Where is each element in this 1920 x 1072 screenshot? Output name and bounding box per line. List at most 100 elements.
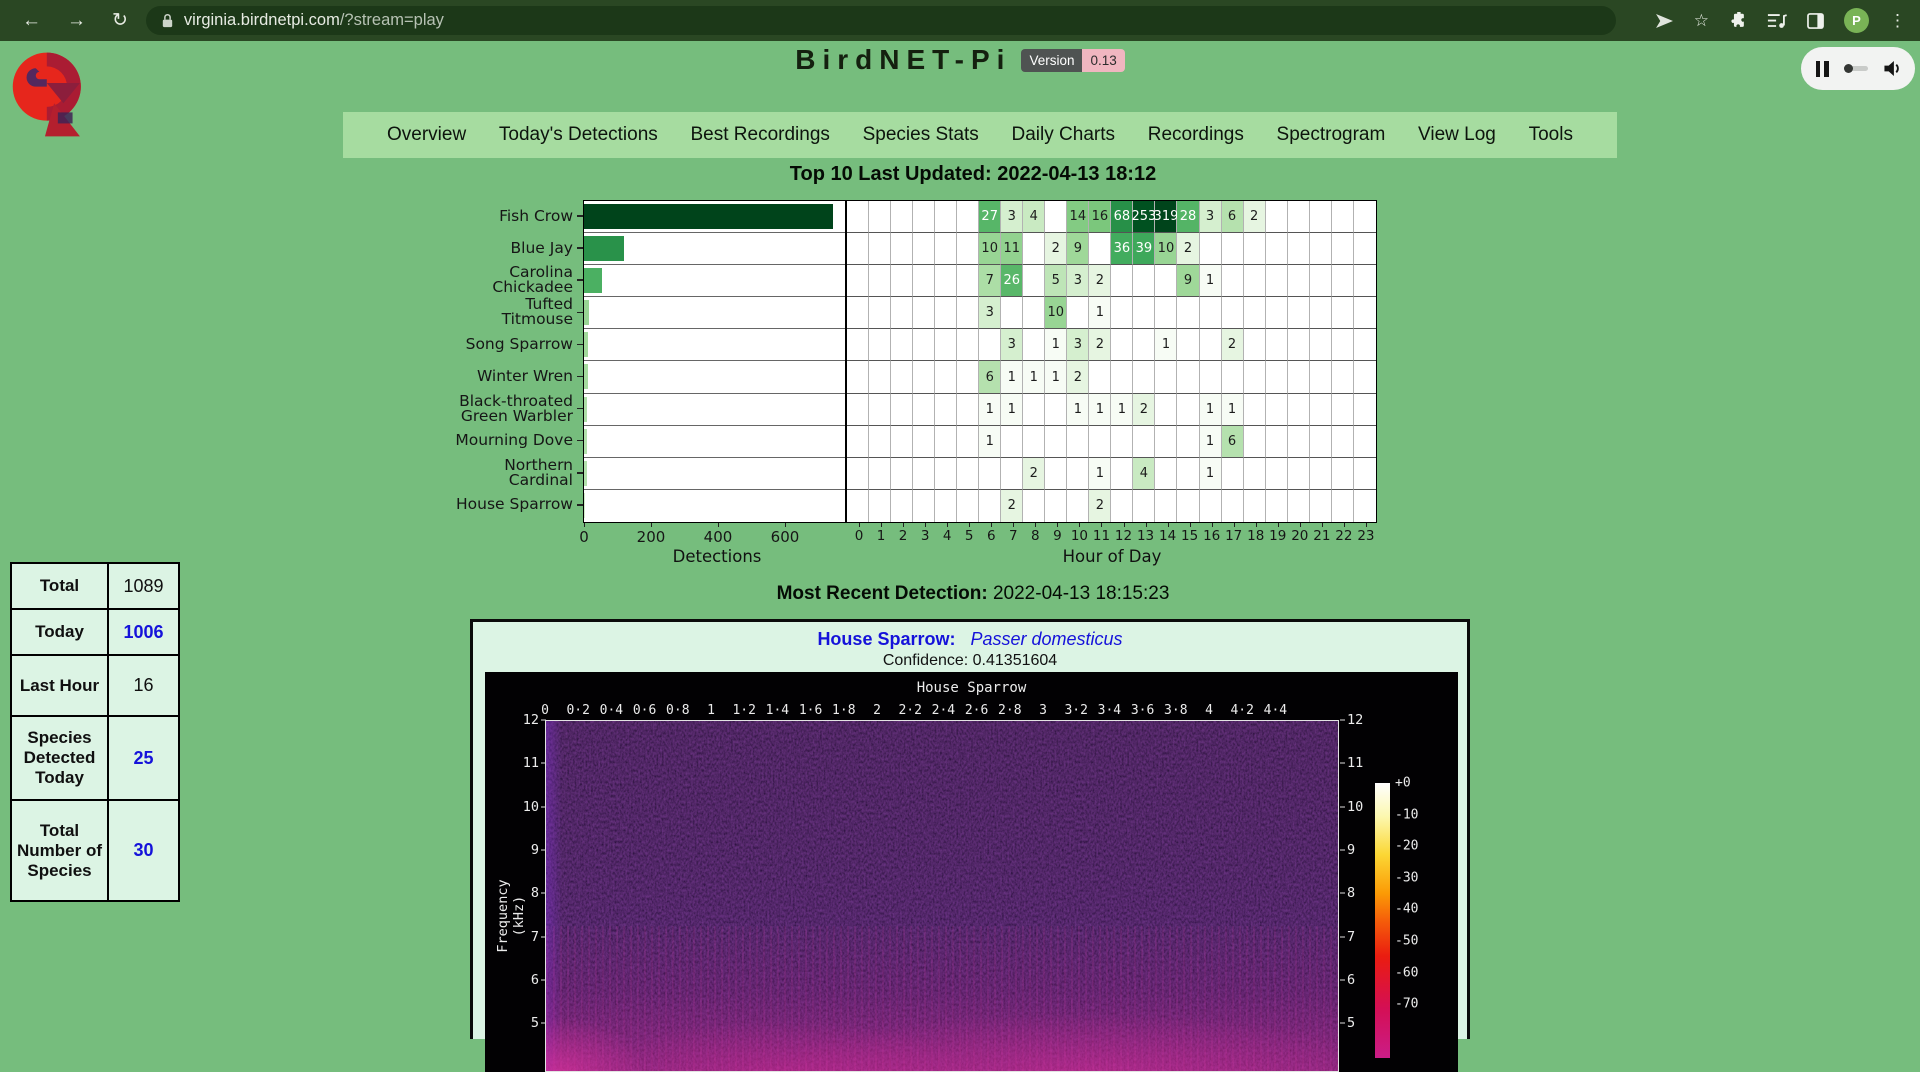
nav-item-species-stats[interactable]: Species Stats [863,124,979,146]
nav-item-today-s-detections[interactable]: Today's Detections [499,124,658,146]
hour-axis-tick [1322,523,1323,527]
hour-axis-title: Hour of Day [1063,547,1162,566]
heatmap-cell [1067,297,1089,329]
heatmap-cell [1244,490,1266,522]
heatmap-cell: 1 [979,426,1001,458]
heatmap-cell: 2 [1089,490,1111,522]
hour-axis-tick-label: 4 [943,528,952,544]
freq-tick-left [541,893,546,894]
heatmap-cell [935,490,957,522]
heatmap-cell [1288,426,1310,458]
heatmap-cell [891,297,913,329]
species-label: Song Sparrow [466,337,573,352]
heatmap-cell [1177,490,1199,522]
send-icon[interactable] [1655,13,1674,29]
heatmap-cell [869,297,891,329]
speaker-icon[interactable] [1883,60,1901,77]
time-axis-label: 3·2 [1064,703,1087,718]
heatmap-cell [979,329,1001,361]
heatmap-cell [1244,297,1266,329]
species-common-name-link[interactable]: House Sparrow: [817,629,955,649]
nav-item-daily-charts[interactable]: Daily Charts [1012,124,1115,146]
audio-player[interactable] [1801,47,1915,90]
time-axis-label: 4·4 [1264,703,1287,718]
stats-value-link[interactable]: 25 [108,716,179,800]
forward-icon[interactable]: → [67,10,86,32]
heatmap-cell [1111,361,1133,393]
heatmap-cell [1067,490,1089,522]
bookmark-star-icon[interactable]: ☆ [1694,11,1709,31]
heatmap-cell [1288,297,1310,329]
heatmap-cell [913,490,935,522]
time-axis-label: 1·4 [766,703,789,718]
heatmap-cell [1244,394,1266,426]
heatmap-cell [1332,265,1354,297]
browser-toolbar: ← → ↻ virginia.birdnetpi.com/?stream=pla… [0,0,1920,41]
time-axis-label: 1 [707,703,715,718]
heatmap-cell [847,394,869,426]
heatmap-cell [1288,265,1310,297]
heatmap-cell: 2 [1067,361,1089,393]
heatmap-cell [1266,201,1288,233]
time-axis-label: 3·6 [1131,703,1154,718]
nav-item-view-log[interactable]: View Log [1418,124,1496,146]
heatmap-cell [1023,426,1045,458]
reload-icon[interactable]: ↻ [112,9,128,32]
nav-item-tools[interactable]: Tools [1529,124,1573,146]
heatmap-cell: 10 [1045,297,1067,329]
heatmap-cell [1354,361,1376,393]
bar-row [584,394,845,426]
heatmap-cell: 1 [1089,297,1111,329]
heatmap-cell [891,361,913,393]
hour-axis-tick-label: 0 [855,528,864,544]
freq-axis-label-right: 8 [1347,885,1355,901]
stats-value-link[interactable]: 1006 [108,609,179,655]
nav-item-overview[interactable]: Overview [387,124,466,146]
browser-menu-icon[interactable]: ⋮ [1889,11,1906,31]
detections-bar [584,461,587,486]
nav-item-spectrogram[interactable]: Spectrogram [1277,124,1386,146]
hour-axis-tick [859,523,860,527]
heatmap-cell: 3 [1067,329,1089,361]
heatmap-cell: 2 [1045,233,1067,265]
heatmap-cell: 4 [1023,201,1045,233]
heatmap-cell: 39 [1133,233,1155,265]
progress-slider[interactable] [1844,66,1868,71]
heatmap-cell [1045,490,1067,522]
heatmap-cell [1222,297,1244,329]
heatmap-cell [1266,394,1288,426]
nav-item-recordings[interactable]: Recordings [1148,124,1244,146]
pause-icon[interactable] [1816,61,1829,77]
hour-axis-tick [1168,523,1169,527]
heatmap-cell: 1 [1200,458,1222,490]
detections-bar-plot [583,200,846,523]
heatmap-cell: 10 [1155,233,1177,265]
nav-item-best-recordings[interactable]: Best Recordings [691,124,830,146]
species-label-row: Carolina Chickadee [455,264,583,296]
profile-avatar[interactable]: P [1844,8,1869,33]
heatmap-cell: 1 [1089,394,1111,426]
heatmap-cell [1133,329,1155,361]
playlist-extension-icon[interactable] [1767,13,1787,29]
species-label: Blue Jay [511,241,573,256]
heatmap-cell [1089,361,1111,393]
detections-bar [584,204,833,229]
heatmap-cell: 16 [1089,201,1111,233]
heatmap-cell [1244,426,1266,458]
heatmap-cell [935,201,957,233]
hour-axis-tick-label: 19 [1269,528,1286,544]
heatmap-cell [1023,394,1045,426]
back-icon[interactable]: ← [22,10,41,32]
hour-axis-tick-label: 17 [1225,528,1242,544]
heatmap-cell [935,361,957,393]
heatmap-cell [1111,265,1133,297]
address-bar[interactable]: virginia.birdnetpi.com/?stream=play [146,6,1616,35]
heatmap-cell: 1 [1023,361,1045,393]
stats-value-link[interactable]: 30 [108,800,179,901]
side-panel-icon[interactable] [1807,13,1824,29]
colorbar-db-label: -10 [1395,807,1418,822]
heatmap-cell [913,201,935,233]
heatmap-cell [1133,297,1155,329]
hour-axis-tick [1300,523,1301,527]
extensions-puzzle-icon[interactable] [1729,12,1747,30]
